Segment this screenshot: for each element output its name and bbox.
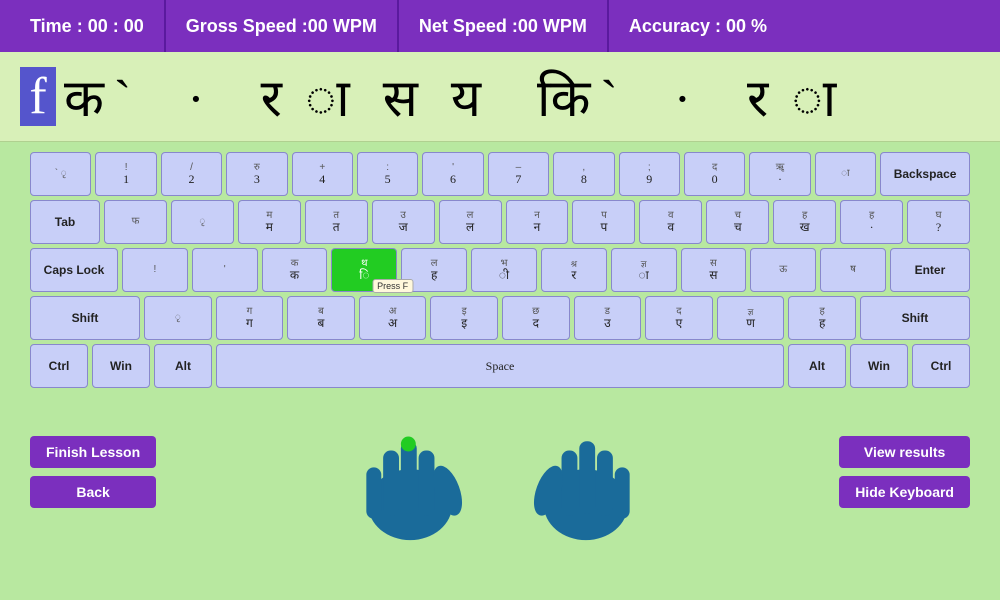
- accuracy-value: 00: [726, 16, 746, 37]
- key-ctrl-left[interactable]: Ctrl: [30, 344, 88, 388]
- key-capslock[interactable]: Caps Lock: [30, 248, 118, 292]
- key-8[interactable]: ,8: [553, 152, 614, 196]
- key-backtick[interactable]: ` ृ: [30, 152, 91, 196]
- accuracy-label: Accuracy :: [629, 16, 721, 37]
- key-win-right[interactable]: Win: [850, 344, 908, 388]
- keyboard-row-1: ` ृ !1 /2 रु3 +4 :5 '6 –7 ,8 ;9 द0 ॠ· ा …: [30, 152, 970, 196]
- key-l[interactable]: सस: [681, 248, 747, 292]
- text-display: f क` · र ा स य कि` · र ा: [0, 52, 1000, 142]
- keyboard-row-2: Tab फ ृ मम तत उज लल नन पप वव चच हख ह· घ?: [30, 200, 970, 244]
- key-e[interactable]: मम: [238, 200, 301, 244]
- left-buttons: Finish Lesson Back: [30, 436, 156, 508]
- keyboard-row-5: Ctrl Win Alt Space Alt Win Ctrl: [30, 344, 970, 388]
- key-6[interactable]: '6: [422, 152, 483, 196]
- key-period[interactable]: ज्ञण: [717, 296, 785, 340]
- key-semicolon[interactable]: ऊ: [750, 248, 816, 292]
- key-comma[interactable]: दए: [645, 296, 713, 340]
- key-space[interactable]: Space: [216, 344, 784, 388]
- key-shift-right[interactable]: Shift: [860, 296, 970, 340]
- key-alt-right[interactable]: Alt: [788, 344, 846, 388]
- key-1[interactable]: !1: [95, 152, 156, 196]
- key-backspace[interactable]: Backspace: [880, 152, 970, 196]
- gross-label: Gross Speed :: [186, 16, 308, 37]
- key-equals[interactable]: ा: [815, 152, 876, 196]
- key-p[interactable]: चच: [706, 200, 769, 244]
- gross-speed-stat: Gross Speed :00 WPM: [166, 0, 399, 52]
- key-k[interactable]: ज्ञा: [611, 248, 677, 292]
- key-j[interactable]: श्रर: [541, 248, 607, 292]
- key-o[interactable]: वव: [639, 200, 702, 244]
- key-v[interactable]: Press F अअ: [359, 296, 427, 340]
- key-bracket-close[interactable]: ह·: [840, 200, 903, 244]
- accuracy-unit: %: [751, 16, 767, 37]
- key-minus[interactable]: ॠ·: [749, 152, 810, 196]
- key-i[interactable]: पप: [572, 200, 635, 244]
- time-value: 00 : 00: [88, 16, 144, 37]
- key-shift-left[interactable]: Shift: [30, 296, 140, 340]
- key-w[interactable]: ृ: [171, 200, 234, 244]
- key-0[interactable]: द0: [684, 152, 745, 196]
- right-buttons: View results Hide Keyboard: [839, 436, 970, 508]
- bottom-section: Finish Lesson Back: [0, 392, 1000, 552]
- gross-value: 00: [308, 16, 328, 37]
- key-y[interactable]: लल: [439, 200, 502, 244]
- finish-lesson-button[interactable]: Finish Lesson: [30, 436, 156, 468]
- hide-keyboard-button[interactable]: Hide Keyboard: [839, 476, 970, 508]
- key-m[interactable]: डउ: [574, 296, 642, 340]
- keyboard-row-4: Shift ृ गग बब Press F अअ इइ छद डउ दए ज्ञ…: [30, 296, 970, 340]
- key-x[interactable]: गग: [216, 296, 284, 340]
- display-text: क` · र ा स य कि` · र ा: [64, 61, 846, 132]
- key-t[interactable]: उज: [372, 200, 435, 244]
- stats-bar: Time : 00 : 00 Gross Speed :00 WPM Net S…: [0, 0, 1000, 52]
- key-c[interactable]: बब: [287, 296, 355, 340]
- net-unit: WPM: [543, 16, 587, 37]
- key-enter[interactable]: Enter: [890, 248, 970, 292]
- key-s[interactable]: ': [192, 248, 258, 292]
- key-a[interactable]: !: [122, 248, 188, 292]
- key-z[interactable]: ृ: [144, 296, 212, 340]
- key-h[interactable]: भी: [471, 248, 537, 292]
- key-alt-left[interactable]: Alt: [154, 344, 212, 388]
- key-7[interactable]: –7: [488, 152, 549, 196]
- key-slash[interactable]: हह: [788, 296, 856, 340]
- key-tab[interactable]: Tab: [30, 200, 100, 244]
- key-2[interactable]: /2: [161, 152, 222, 196]
- press-hint-f: Press F: [372, 279, 413, 293]
- keyboard-container: ` ृ !1 /2 रु3 +4 :5 '6 –7 ,8 ;9 द0 ॠ· ा …: [0, 142, 1000, 388]
- key-n[interactable]: छद: [502, 296, 570, 340]
- net-speed-stat: Net Speed :00 WPM: [399, 0, 609, 52]
- accuracy-stat: Accuracy : 00 %: [609, 0, 787, 52]
- left-hand-icon: [348, 402, 478, 542]
- key-win-left[interactable]: Win: [92, 344, 150, 388]
- key-4[interactable]: +4: [292, 152, 353, 196]
- key-u[interactable]: नन: [506, 200, 569, 244]
- key-3[interactable]: रु3: [226, 152, 287, 196]
- key-bracket-open[interactable]: हख: [773, 200, 836, 244]
- key-b[interactable]: इइ: [430, 296, 498, 340]
- key-9[interactable]: ;9: [619, 152, 680, 196]
- key-quote[interactable]: ष: [820, 248, 886, 292]
- keyboard-row-3: Caps Lock ! ' कक थि लह भी श्रर ज्ञा सस ऊ…: [30, 248, 970, 292]
- gross-unit: WPM: [333, 16, 377, 37]
- time-stat: Time : 00 : 00: [10, 0, 166, 52]
- time-label: Time :: [30, 16, 83, 37]
- key-q[interactable]: फ: [104, 200, 167, 244]
- key-d[interactable]: कक: [262, 248, 328, 292]
- key-5[interactable]: :5: [357, 152, 418, 196]
- net-value: 00: [518, 16, 538, 37]
- hands-container: [156, 402, 839, 542]
- right-hand-icon: [518, 402, 648, 542]
- net-label: Net Speed :: [419, 16, 518, 37]
- cursor-character: f: [20, 67, 56, 126]
- view-results-button[interactable]: View results: [839, 436, 970, 468]
- key-r[interactable]: तत: [305, 200, 368, 244]
- key-backslash[interactable]: घ?: [907, 200, 970, 244]
- key-ctrl-right[interactable]: Ctrl: [912, 344, 970, 388]
- back-button[interactable]: Back: [30, 476, 156, 508]
